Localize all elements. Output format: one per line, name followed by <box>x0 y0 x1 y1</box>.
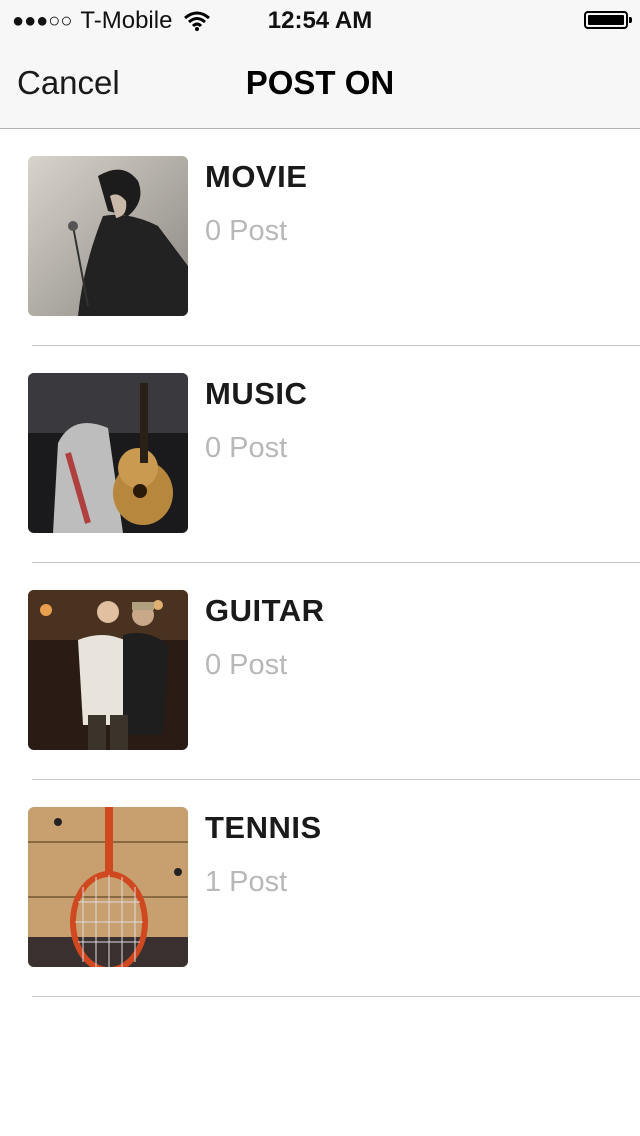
category-title: GUITAR <box>205 593 325 628</box>
category-thumbnail <box>28 373 188 533</box>
post-count: 0 Post <box>205 649 288 681</box>
category-thumbnail <box>28 156 188 316</box>
row-divider <box>32 996 640 997</box>
post-count: 1 Post <box>205 866 288 898</box>
status-time: 12:54 AM <box>267 7 373 34</box>
category-row-movie[interactable]: MOVIE 0 Post <box>0 129 640 346</box>
post-count: 0 Post <box>205 215 288 247</box>
category-row-tennis[interactable]: TENNIS 1 Post <box>0 780 640 997</box>
category-title: TENNIS <box>205 810 322 845</box>
navigation-bar: Cancel POST ON <box>0 40 640 129</box>
category-title: MUSIC <box>205 376 308 411</box>
status-bar: ●●●○○ T-Mobile 12:54 AM <box>0 0 640 40</box>
battery-icon <box>584 11 632 29</box>
category-thumbnail <box>28 590 188 750</box>
post-count: 0 Post <box>205 432 288 464</box>
category-list: MOVIE 0 Post MUSIC 0 Post GUITAR 0 Post … <box>0 129 640 997</box>
category-title: MOVIE <box>205 159 308 194</box>
category-thumbnail <box>28 807 188 967</box>
category-row-guitar[interactable]: GUITAR 0 Post <box>0 563 640 780</box>
category-row-music[interactable]: MUSIC 0 Post <box>0 346 640 563</box>
page-title: POST ON <box>245 64 395 101</box>
